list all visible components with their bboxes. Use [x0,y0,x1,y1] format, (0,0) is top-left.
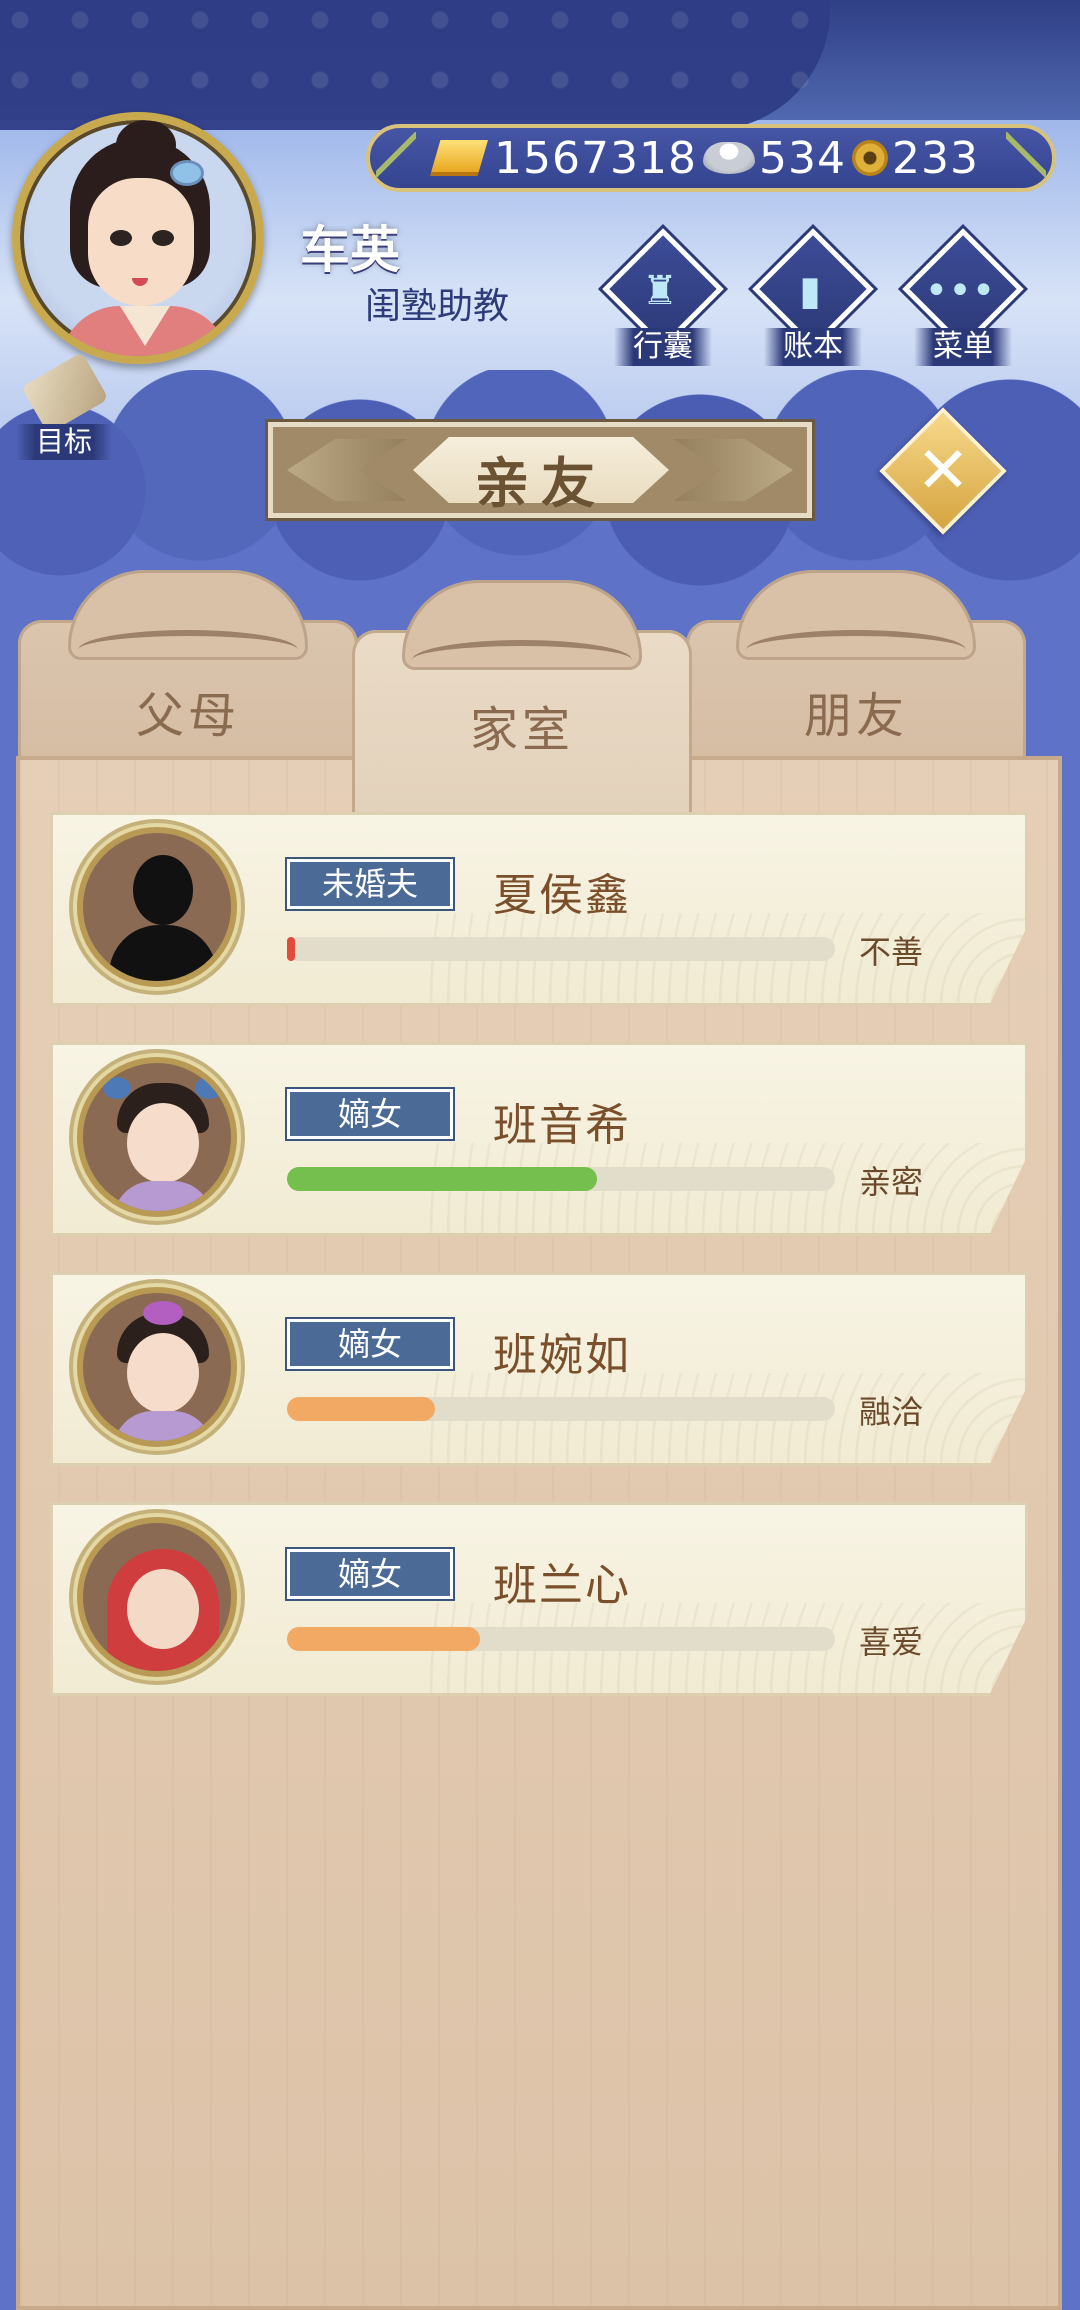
player-name: 车英 [300,221,400,279]
cloud-swirl-icon [412,640,632,680]
cloud-swirl-icon [746,630,966,670]
bamboo-icon [1006,132,1046,188]
affinity-fill [287,937,295,961]
baby-daughter-avatar [77,1517,237,1677]
gold-ingot-icon [430,140,488,176]
relation-card[interactable]: 嫡女 班音希 亲密 [50,1042,1028,1236]
affinity-fill [287,1627,481,1651]
page-title: 亲友 [475,452,607,515]
affinity-fill [287,1167,597,1191]
copper-coin-icon [851,140,888,176]
fiance-avatar [77,827,237,987]
coin-amount: 233 [891,132,979,184]
player-avatar[interactable] [12,112,264,364]
character-name: 班婉如 [493,1330,631,1381]
role-tag: 未婚夫 [287,859,453,909]
ledger-label: 账本 [764,328,862,366]
ledger-button[interactable]: ▮ 账本 [750,228,874,366]
relation-status: 融洽 [859,1393,924,1431]
cloud-swirl-icon [78,630,298,670]
coin-currency[interactable]: 233 [851,132,979,184]
role-tag: 嫡女 [287,1319,453,1369]
top-band-decoration [0,0,830,130]
gold-currency[interactable]: 1567318 [430,133,697,184]
page-title-banner: 亲友 [268,422,812,518]
affinity-fill [287,1397,435,1421]
bag-button[interactable]: ♜ 行囊 [600,228,724,366]
goal-button[interactable]: 目标 [16,352,116,466]
affinity-bar [287,1627,835,1651]
relation-card[interactable]: 嫡女 班婉如 融洽 [50,1272,1028,1466]
bamboo-icon [376,132,416,188]
silver-amount: 534 [758,132,846,184]
ledger-icon: ▮ [798,268,821,314]
daughter-avatar [77,1057,237,1217]
role-tag: 嫡女 [287,1549,453,1599]
character-name: 夏侯鑫 [493,870,631,921]
affinity-bar [287,937,835,961]
relation-card[interactable]: 嫡女 班兰心 喜爱 [50,1502,1028,1696]
silver-ingot-icon [702,142,755,174]
bag-icon: ♜ [642,268,678,314]
hair-flower-icon [170,160,204,186]
daughter-avatar [77,1287,237,1447]
tab-label: 朋友 [803,688,908,744]
tab-label: 父母 [135,688,240,744]
gold-amount: 1567318 [494,132,697,184]
silver-currency[interactable]: 534 [702,132,846,184]
more-dots-icon: ••• [924,268,996,314]
menu-button[interactable]: ••• 菜单 [900,228,1024,366]
bag-label: 行囊 [614,328,712,366]
menu-label: 菜单 [914,328,1012,366]
affinity-bar [287,1167,835,1191]
goal-label: 目标 [16,424,112,460]
relation-status: 亲密 [859,1163,924,1201]
relation-status: 不善 [859,933,924,971]
role-tag: 嫡女 [287,1089,453,1139]
character-name: 班音希 [493,1100,631,1151]
tab-label: 家室 [469,702,574,758]
relation-status: 喜爱 [859,1623,924,1661]
affinity-bar [287,1397,835,1421]
player-title: 闺塾助教 [365,286,510,327]
close-icon[interactable]: ✕ [898,426,988,516]
currency-bar: 1567318 534 233 [366,124,1056,192]
character-name: 班兰心 [493,1560,631,1611]
relation-card[interactable]: 未婚夫 夏侯鑫 不善 [50,812,1028,1006]
